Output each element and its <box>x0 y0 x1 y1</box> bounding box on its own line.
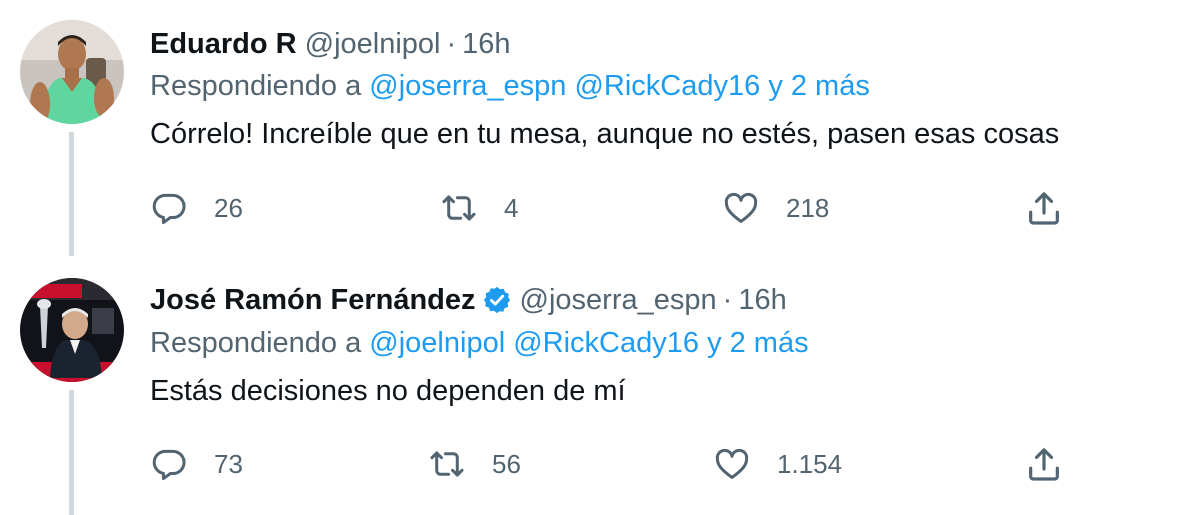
like-button[interactable]: 218 <box>722 188 829 228</box>
like-count: 218 <box>786 192 830 223</box>
heart-icon <box>715 448 749 479</box>
retweet-icon <box>442 195 476 221</box>
retweet-button[interactable]: 56 <box>428 444 521 484</box>
tweet-text: Estás decisiones no dependen de mí <box>150 375 626 407</box>
retweet-icon <box>430 451 464 477</box>
retweet-count: 56 <box>492 448 521 479</box>
user-avatar-icon <box>20 278 124 382</box>
share-button[interactable] <box>1024 444 1064 484</box>
retweet-count: 4 <box>504 192 519 223</box>
replying-to-label: Respondiendo a <box>150 70 362 102</box>
separator-dot: · <box>446 27 457 60</box>
thread-line <box>69 390 74 515</box>
separator-dot: · <box>722 283 733 316</box>
timestamp[interactable]: 16h <box>462 28 510 61</box>
replying-to-label: Respondiendo a <box>150 327 362 359</box>
thread-line <box>69 132 74 256</box>
display-name[interactable]: José Ramón Fernández <box>150 284 476 317</box>
reply-icon <box>152 193 186 225</box>
user-handle[interactable]: @joserra_espn <box>520 284 717 317</box>
replying-to: Respondiendo a @joserra_espn @RickCady16… <box>150 70 870 110</box>
tweet-header: José Ramón Fernández @joserra_espn · 16h <box>150 278 787 322</box>
timestamp[interactable]: 16h <box>738 284 786 317</box>
avatar[interactable] <box>20 278 124 382</box>
mention-link[interactable]: @joserra_espn <box>369 70 566 102</box>
like-button[interactable]: 1.154 <box>713 444 842 484</box>
reply-count: 26 <box>214 192 243 223</box>
share-icon <box>1029 192 1059 225</box>
reply-count: 73 <box>214 448 243 479</box>
reply-button[interactable]: 26 <box>150 188 243 228</box>
replying-to: Respondiendo a @joelnipol @RickCady16 y … <box>150 327 809 367</box>
more-mentions-link[interactable]: y 2 más <box>768 70 870 102</box>
tweet-header: Eduardo R @joelnipol · 16h <box>150 22 511 66</box>
mention-link[interactable]: @RickCady16 <box>574 70 760 102</box>
tweet[interactable]: Eduardo R @joelnipol · 16h Respondiendo … <box>0 0 1200 256</box>
mention-link[interactable]: @joelnipol <box>369 327 505 359</box>
retweet-button[interactable]: 4 <box>440 188 518 228</box>
share-button[interactable] <box>1024 188 1064 228</box>
tweet-actions: 26 4 218 <box>150 188 1070 228</box>
share-icon <box>1029 448 1059 481</box>
avatar[interactable] <box>20 20 124 124</box>
more-mentions-link[interactable]: y 2 más <box>707 327 809 359</box>
heart-icon <box>724 192 758 223</box>
tweet-actions: 73 56 1.154 <box>150 444 1070 484</box>
tweet-text: Córrelo! Increíble que en tu mesa, aunqu… <box>150 118 1060 150</box>
display-name[interactable]: Eduardo R <box>150 28 297 61</box>
like-count: 1.154 <box>777 448 843 479</box>
reply-button[interactable]: 73 <box>150 444 243 484</box>
user-avatar-icon <box>20 20 124 124</box>
reply-icon <box>152 449 186 481</box>
mention-link[interactable]: @RickCady16 <box>513 327 699 359</box>
tweet[interactable]: José Ramón Fernández @joserra_espn · 16h… <box>0 256 1200 515</box>
verified-badge-icon <box>483 286 510 314</box>
user-handle[interactable]: @joelnipol <box>305 28 441 61</box>
